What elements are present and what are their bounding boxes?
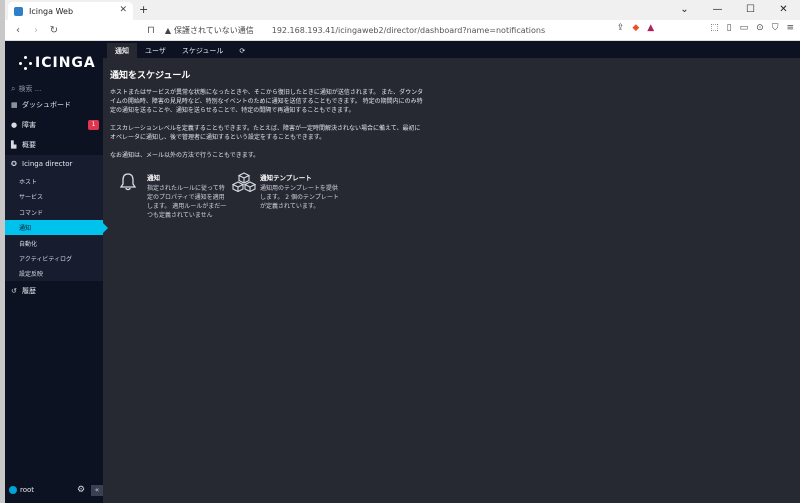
sidebar-sub-commands[interactable]: コマンド	[5, 205, 103, 220]
search-box[interactable]: ⌕ 検索 ...	[11, 84, 41, 94]
sidebar-toggle-icon[interactable]: ▯	[727, 23, 732, 33]
tab-schedule[interactable]: スケジュール	[174, 43, 232, 58]
sidebar-item-history[interactable]: ↺ 履歴	[5, 283, 103, 299]
sidebar: ICINGA ⌕ 検索 ... ▦ ダッシュボード ● 障害 1 ▙ 概要 ✪ …	[5, 41, 108, 503]
dashboard-content: 通知をスケジュール ホストまたはサービスが異常な状態になったときや、そこから復旧…	[110, 68, 790, 239]
warning-icon: ▲	[164, 25, 171, 35]
sub-item-label: 自動化	[19, 241, 38, 248]
dashlet-description: 指定されたルールに従って特定のプロパティで通知を適用します。 適用ルールがまだ一…	[147, 185, 227, 219]
bookmark-icon[interactable]: ⊓	[147, 25, 155, 36]
maximize-icon[interactable]: ☐	[734, 0, 767, 20]
sidebar-sub-activity-log[interactable]: アクティビティログ	[5, 251, 103, 266]
problems-icon: ●	[11, 121, 18, 129]
tab-bar: Icinga Web ✕ + ⌄ — ☐ ✕	[5, 0, 800, 20]
icinga-app: ICINGA ⌕ 検索 ... ▦ ダッシュボード ● 障害 1 ▙ 概要 ✪ …	[5, 41, 800, 503]
browser-tab[interactable]: Icinga Web ✕	[8, 2, 133, 20]
sidebar-item-label: 障害	[22, 121, 36, 129]
security-warning-text: 保護されていない通信	[173, 25, 254, 35]
favicon-icon	[14, 6, 23, 16]
brave-shield-icon[interactable]: ◆	[632, 23, 639, 33]
browser-window: Icinga Web ✕ + ⌄ — ☐ ✕ ‹ › ↻ ⊓ ▲ 保護されていな…	[5, 0, 800, 503]
collapse-sidebar-icon[interactable]: «	[91, 485, 103, 496]
reload-icon[interactable]: ↻	[49, 25, 59, 36]
dashlet-description: 通知用のテンプレートを提供します。 2 個のテンプレートが定義されています。	[260, 185, 339, 210]
history-icon: ↺	[11, 287, 17, 295]
sidebar-item-label: Icinga director	[22, 160, 73, 168]
logo-mark-icon	[19, 56, 33, 70]
toolbar-icons: ⇪ ◆ ▲ ⬚ ▯ ▭ ⊙ ⛉ ≡	[617, 23, 794, 33]
back-icon[interactable]: ‹	[13, 25, 23, 36]
sidebar-item-label: ダッシュボード	[22, 101, 71, 109]
dashlet-title: 通知テンプレート	[260, 174, 312, 182]
sidebar-item-overview[interactable]: ▙ 概要	[5, 137, 103, 153]
new-tab-button[interactable]: +	[139, 3, 148, 16]
dashlet-title: 通知	[147, 174, 160, 182]
url-field[interactable]: 192.168.193.41/icingaweb2/director/dashb…	[272, 26, 545, 35]
sub-item-label: サービス	[19, 194, 44, 201]
tab-notifications[interactable]: 通知	[107, 43, 137, 58]
shield-icon[interactable]: ⛉	[772, 23, 779, 33]
bell-icon	[119, 172, 147, 220]
notifications-dashlet[interactable]: 通知 指定されたルールに従って特定のプロパティで通知を適用します。 適用ルールが…	[119, 172, 227, 220]
sidebar-item-problems[interactable]: ● 障害 1	[5, 117, 103, 133]
tab-users[interactable]: ユーザ	[137, 43, 174, 58]
sidebar-item-dashboard[interactable]: ▦ ダッシュボード	[5, 97, 103, 113]
sidebar-sub-automation[interactable]: 自動化	[5, 236, 103, 251]
escalation-paragraph: エスカレーションレベルを定義することもできます。たとえば、障害が一定時間解決され…	[110, 125, 421, 141]
tab-label: ユーザ	[145, 46, 166, 55]
tab-label: スケジュール	[181, 46, 224, 55]
search-icon: ⌕	[11, 84, 16, 93]
sidebar-item-label: 履歴	[22, 287, 36, 295]
dashboard-icon: ▦	[11, 101, 18, 109]
avatar	[9, 486, 17, 494]
sub-item-label: 設定反映	[19, 271, 44, 278]
user-menu[interactable]: root	[9, 486, 34, 494]
share-icon[interactable]: ⇪	[617, 23, 625, 33]
search-placeholder: 検索 ...	[18, 85, 42, 93]
logo-text: ICINGA	[35, 55, 96, 71]
icinga-logo[interactable]: ICINGA	[19, 55, 96, 71]
intro-paragraph: ホストまたはサービスが異常な状態になったときや、そこから復旧したときに通知が送信…	[110, 89, 424, 114]
sub-item-label: アクティビティログ	[19, 256, 72, 263]
menu-icon[interactable]: ≡	[786, 23, 794, 33]
security-warning[interactable]: ▲ 保護されていない通信	[165, 25, 254, 36]
main-content: 通知 ユーザ スケジュール ⟳ 通知をスケジュール ホストまたはサービスが異常な…	[103, 41, 800, 503]
refresh-tab[interactable]: ⟳	[231, 43, 253, 58]
cubes-icon	[231, 172, 260, 211]
director-section: ✪ Icinga director ホスト サービス コマンド 通知 自動化 ア…	[5, 155, 108, 281]
vpn-icon[interactable]: ⊙	[756, 23, 764, 33]
sidebar-item-label: 概要	[22, 141, 36, 149]
page-title: 通知をスケジュール	[110, 71, 191, 81]
refresh-icon: ⟳	[239, 46, 246, 55]
tab-search-icon[interactable]: ⌄	[668, 0, 701, 20]
sub-item-label: 通知	[19, 225, 32, 232]
sub-item-label: ホスト	[19, 179, 38, 186]
sub-item-label: コマンド	[19, 210, 44, 217]
extensions-icon[interactable]: ⬚	[710, 23, 719, 33]
username: root	[20, 486, 35, 494]
close-tab-icon[interactable]: ✕	[119, 5, 127, 15]
sidebar-sub-notifications[interactable]: 通知	[5, 220, 108, 235]
sidebar-sub-services[interactable]: サービス	[5, 189, 103, 204]
brave-rewards-icon[interactable]: ▲	[647, 23, 654, 33]
dashlets: 通知 指定されたルールに従って特定のプロパティで通知を適用します。 適用ルールが…	[110, 169, 790, 239]
forward-icon[interactable]: ›	[31, 25, 41, 36]
minimize-icon[interactable]: —	[701, 0, 734, 20]
sidebar-sub-deploy[interactable]: 設定反映	[5, 266, 103, 281]
window-controls: ⌄ — ☐ ✕	[668, 0, 800, 20]
wallet-icon[interactable]: ▭	[740, 23, 749, 33]
tab-strip: 通知 ユーザ スケジュール ⟳	[103, 41, 800, 58]
close-window-icon[interactable]: ✕	[767, 0, 800, 20]
address-bar: ‹ › ↻ ⊓ ▲ 保護されていない通信 192.168.193.41/icin…	[5, 20, 800, 41]
gear-icon[interactable]: ⚙	[77, 485, 85, 495]
sidebar-sub-hosts[interactable]: ホスト	[5, 174, 103, 189]
problems-count-badge: 1	[88, 120, 99, 130]
tab-title: Icinga Web	[29, 6, 74, 16]
tab-label: 通知	[115, 46, 129, 55]
overview-icon: ▙	[11, 141, 17, 149]
notification-templates-dashlet[interactable]: 通知テンプレート 通知用のテンプレートを提供します。 2 個のテンプレートが定義…	[231, 172, 340, 211]
sidebar-item-director[interactable]: ✪ Icinga director	[5, 156, 103, 172]
note-paragraph: なお通知は、メール以外の方法で行うこともできます。	[110, 152, 260, 159]
director-icon: ✪	[11, 160, 17, 168]
